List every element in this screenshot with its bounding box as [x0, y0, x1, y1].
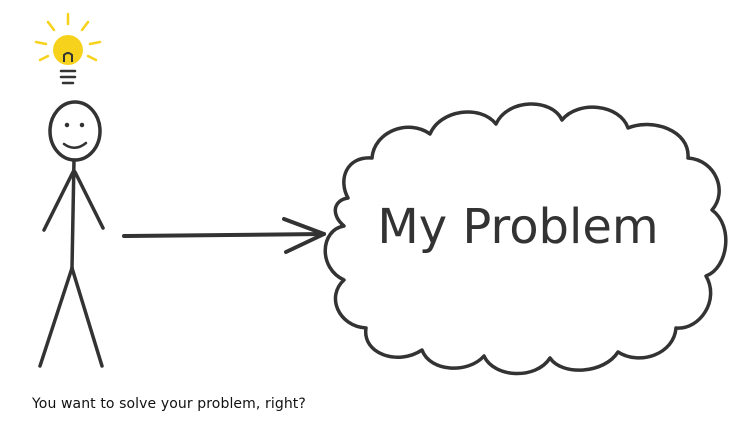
- light-bulb-icon: [34, 12, 102, 85]
- cloud-label: My Problem: [377, 199, 658, 255]
- diagram-illustration: My Problem: [34, 12, 728, 376]
- caption-text: You want to solve your problem, right?: [32, 396, 306, 412]
- stick-figure-icon: [38, 100, 105, 368]
- head: [48, 100, 102, 162]
- arrow-icon: [122, 217, 326, 254]
- diagram-canvas: My Problem You want to solve your proble…: [0, 0, 750, 448]
- cloud-icon: My Problem: [323, 102, 728, 376]
